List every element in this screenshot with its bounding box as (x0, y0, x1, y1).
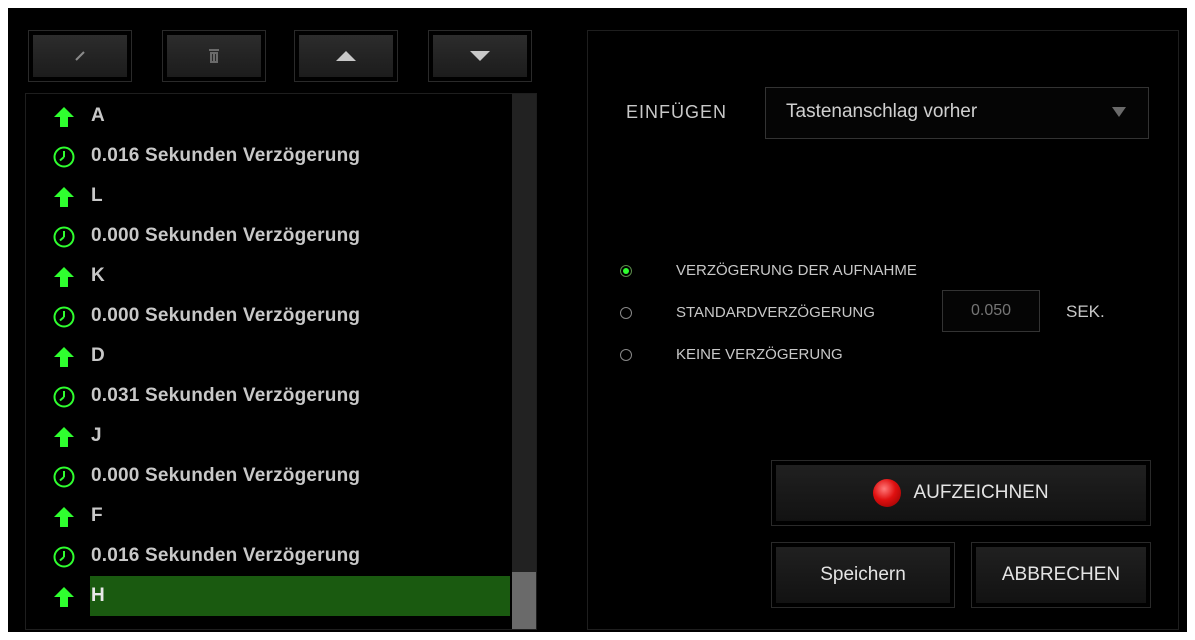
list-scrollbar[interactable] (512, 94, 536, 629)
macro-item-text: K (91, 265, 105, 286)
record-icon (873, 479, 902, 507)
macro-delay-row[interactable]: 0.000 Sekunden Verzögerung (26, 216, 510, 256)
macro-item-text: F (91, 505, 103, 526)
macro-key-row[interactable]: L (26, 176, 510, 216)
clock-icon (53, 306, 75, 328)
macro-delay-row[interactable]: 0.016 Sekunden Verzögerung (26, 136, 510, 176)
macro-list-items: A 0.016 Sekunden Verzögerung L 0.000 Sekund… (26, 94, 512, 629)
radio-no-delay-label: KEINE VERZÖGERUNG (676, 346, 843, 363)
clock-icon (53, 146, 75, 168)
triangle-up-icon (336, 51, 356, 61)
insert-select-value: Tastenanschlag vorher (786, 101, 978, 122)
macro-editor: A 0.016 Sekunden Verzögerung L 0.000 Sekund… (8, 8, 1187, 632)
arrow-up-icon (54, 347, 74, 367)
clock-icon (53, 386, 75, 408)
clock-icon (53, 226, 75, 248)
macro-delay-row[interactable]: 0.000 Sekunden Verzögerung (26, 296, 510, 336)
insert-label: EINFÜGEN (626, 102, 728, 122)
radio-recorded-delay[interactable] (620, 265, 632, 277)
move-up-button[interactable] (294, 30, 398, 82)
macro-delay-row[interactable]: 0.016 Sekunden Verzögerung (26, 536, 510, 576)
pencil-icon (75, 51, 85, 61)
arrow-up-icon (54, 507, 74, 527)
macro-item-text: 0.000 Sekunden Verzögerung (91, 305, 361, 326)
macro-item-text: D (91, 345, 105, 366)
delete-button[interactable] (162, 30, 266, 82)
macro-item-text: 0.000 Sekunden Verzögerung (91, 465, 361, 486)
macro-key-row[interactable]: F (26, 496, 510, 536)
move-down-button[interactable] (428, 30, 532, 82)
macro-key-row[interactable]: A (26, 96, 510, 136)
triangle-down-icon (1112, 107, 1126, 117)
macro-item-text: A (91, 105, 105, 126)
radio-default-delay-label: STANDARDVERZÖGERUNG (676, 304, 875, 321)
triangle-down-icon (470, 51, 490, 61)
macro-list[interactable]: A 0.016 Sekunden Verzögerung L 0.000 Sekund… (25, 93, 537, 630)
insert-select[interactable]: Tastenanschlag vorher (765, 87, 1149, 139)
macro-delay-row[interactable]: 0.000 Sekunden Verzögerung (26, 456, 510, 496)
trash-icon (209, 49, 219, 63)
save-button-label: Speichern (820, 564, 906, 585)
radio-no-delay[interactable] (620, 349, 632, 361)
default-delay-input[interactable] (942, 290, 1040, 332)
macro-delay-row[interactable]: 0.031 Sekunden Verzögerung (26, 376, 510, 416)
scroll-thumb[interactable] (512, 572, 536, 629)
arrow-up-icon (54, 587, 74, 607)
macro-item-text: J (91, 425, 102, 446)
save-button[interactable]: Speichern (771, 542, 955, 608)
arrow-up-icon (54, 267, 74, 287)
radio-default-delay[interactable] (620, 307, 632, 319)
macro-key-row[interactable]: D (26, 336, 510, 376)
arrow-up-icon (54, 107, 74, 127)
macro-item-text: L (91, 185, 103, 206)
macro-item-text: 0.031 Sekunden Verzögerung (91, 385, 361, 406)
macro-item-text: 0.000 Sekunden Verzögerung (91, 225, 361, 246)
cancel-button[interactable]: ABBRECHEN (971, 542, 1151, 608)
clock-icon (53, 546, 75, 568)
arrow-up-icon (54, 427, 74, 447)
edit-button[interactable] (28, 30, 132, 82)
clock-icon (53, 466, 75, 488)
selection-highlight (90, 576, 510, 616)
delay-unit-label: SEK. (1066, 302, 1105, 321)
macro-key-row[interactable]: H (26, 576, 510, 616)
radio-recorded-delay-label: VERZÖGERUNG DER AUFNAHME (676, 262, 917, 279)
arrow-up-icon (54, 187, 74, 207)
macro-key-row[interactable]: J (26, 416, 510, 456)
macro-item-text: 0.016 Sekunden Verzögerung (91, 545, 361, 566)
macro-item-text: 0.016 Sekunden Verzögerung (91, 145, 361, 166)
record-button-label: AUFZEICHNEN (913, 482, 1049, 503)
macro-key-row[interactable]: K (26, 256, 510, 296)
record-button[interactable]: AUFZEICHNEN (771, 460, 1151, 526)
insert-panel: EINFÜGEN Tastenanschlag vorher VERZÖGERU… (587, 30, 1179, 630)
macro-item-text: H (91, 585, 105, 606)
cancel-button-label: ABBRECHEN (1001, 564, 1121, 585)
